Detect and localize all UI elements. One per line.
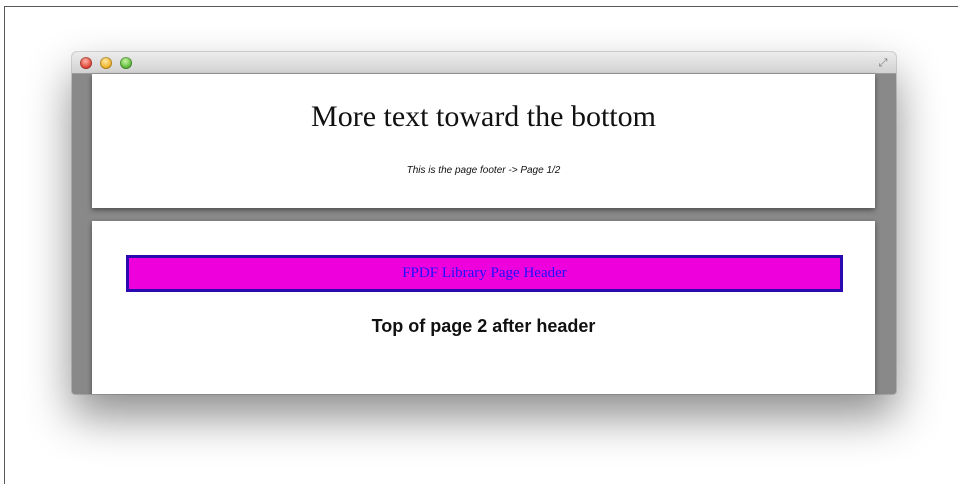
page-heading: Top of page 2 after header: [371, 316, 596, 336]
close-button[interactable]: [80, 57, 92, 69]
minimize-button[interactable]: [100, 57, 112, 69]
page-footer: This is the page footer -> Page 1/2: [406, 165, 561, 176]
document-view[interactable]: More text toward the bottom This is the …: [72, 74, 896, 394]
pdf-page-2: FPDF Library Page Header Top of page 2 a…: [92, 221, 875, 394]
pdf-page-1: More text toward the bottom This is the …: [92, 74, 875, 208]
page-body-text: More text toward the bottom: [311, 100, 656, 133]
pdf-viewer-window: ⤢ More text toward the bottom This is th…: [72, 52, 896, 394]
title-bar[interactable]: ⤢: [72, 52, 896, 74]
zoom-button[interactable]: [120, 57, 132, 69]
page-header-banner: FPDF Library Page Header: [126, 255, 843, 292]
fullscreen-arrows-icon[interactable]: ⤢: [876, 56, 890, 70]
